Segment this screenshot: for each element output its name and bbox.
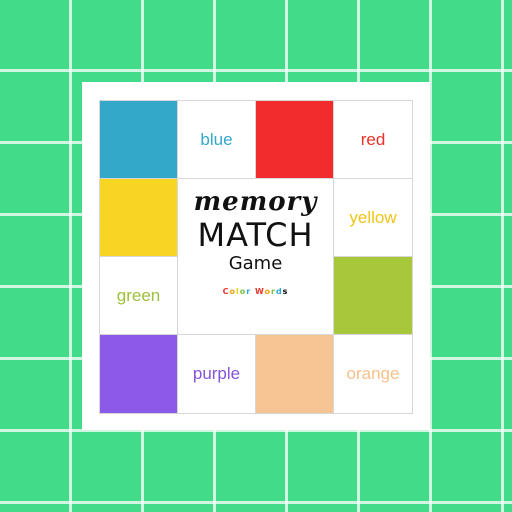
memory-board: blue red memory MATCH Game Color Words y…: [99, 100, 413, 414]
card-blue-swatch[interactable]: [100, 101, 178, 179]
card-orange-word[interactable]: orange: [334, 335, 412, 413]
card-purple-swatch[interactable]: [100, 335, 178, 413]
game-card: blue red memory MATCH Game Color Words y…: [82, 82, 430, 430]
card-red-swatch[interactable]: [256, 101, 334, 179]
card-red-word[interactable]: red: [334, 101, 412, 179]
card-blue-word[interactable]: blue: [178, 101, 256, 179]
title-block: memory MATCH Game Color Words: [178, 179, 334, 335]
card-green-swatch[interactable]: [334, 257, 412, 335]
card-orange-swatch[interactable]: [256, 335, 334, 413]
card-yellow-word[interactable]: yellow: [334, 179, 412, 257]
card-purple-word[interactable]: purple: [178, 335, 256, 413]
card-yellow-swatch[interactable]: [100, 179, 178, 257]
title-match: MATCH: [197, 216, 314, 254]
brand-logo: Color Words: [222, 287, 289, 296]
title-game: Game: [228, 253, 283, 274]
title-memory: memory: [193, 187, 318, 217]
card-green-word[interactable]: green: [100, 257, 178, 335]
